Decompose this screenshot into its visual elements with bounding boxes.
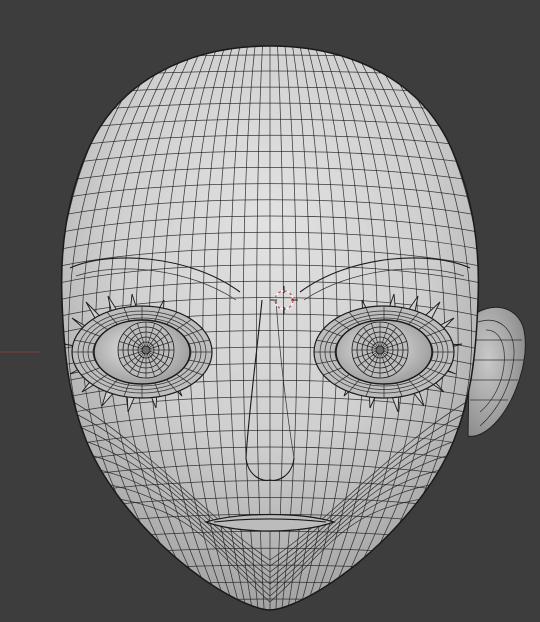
viewport-canvas[interactable] bbox=[0, 0, 540, 622]
3d-viewport[interactable] bbox=[0, 0, 540, 622]
